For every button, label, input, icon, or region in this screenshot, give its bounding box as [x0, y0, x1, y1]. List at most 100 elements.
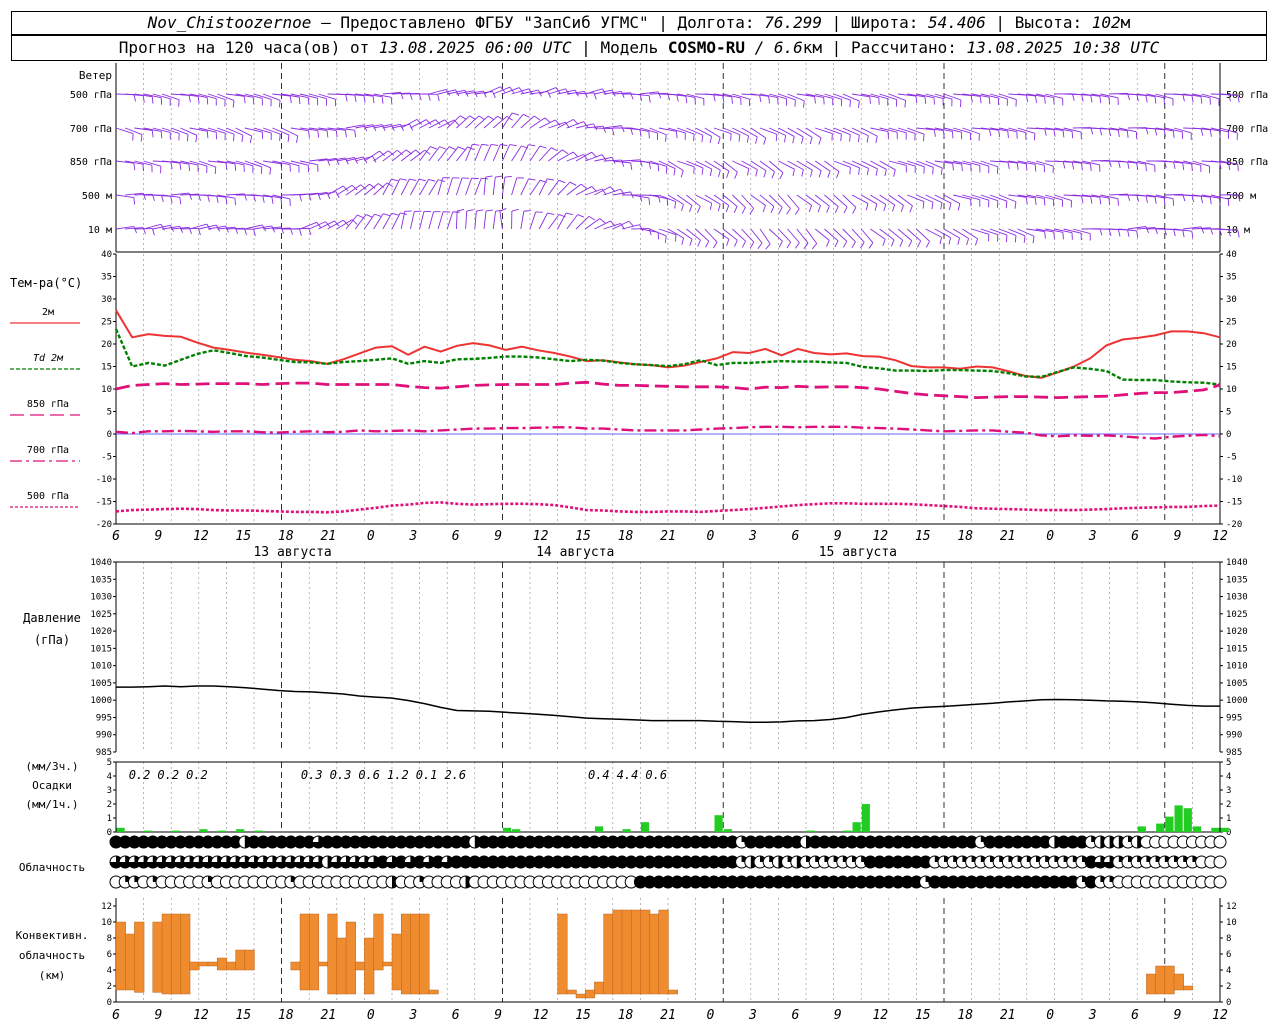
wind-barb-flag: [734, 240, 738, 247]
wind-barb-flag: [904, 100, 907, 108]
wind-barb-flag: [509, 144, 517, 147]
temp-axis-hour-label: 18: [618, 529, 634, 544]
wind-barb-flag: [1145, 95, 1148, 103]
wind-barb: [309, 93, 327, 100]
wind-barb-flag: [478, 115, 486, 121]
wind-barb-flag: [681, 204, 684, 212]
wind-barb: [686, 228, 701, 241]
precip-bar: [640, 822, 650, 832]
wind-barb-flag: [792, 169, 795, 177]
conv-axis-hour-label: 3: [1088, 1008, 1097, 1023]
wind-barb: [732, 127, 749, 137]
wind-barb: [722, 228, 738, 241]
wind-barb-flag: [280, 226, 285, 234]
wind-barb: [290, 127, 309, 132]
wind-barb: [501, 144, 511, 162]
wind-barb: [180, 227, 199, 230]
wind-barb-flag: [755, 136, 758, 144]
wind-level-label-left: 10 м: [88, 225, 112, 236]
conv-bar: [410, 913, 421, 995]
precip-bar: [1165, 816, 1174, 832]
conv-axis-hour-label: 15: [575, 1008, 591, 1023]
wind-barb: [842, 127, 860, 136]
precip-3h-label: 0.3: [301, 768, 323, 782]
wind-barb-flag: [399, 178, 407, 181]
wind-barb-flag: [849, 167, 851, 175]
precip-bar: [622, 829, 631, 832]
wind-barb-flag: [884, 169, 887, 177]
temp-axis-hour-label: 9: [494, 529, 502, 544]
cloud-symbol-outline: [1213, 855, 1227, 869]
wind-barb-flag: [1071, 131, 1074, 139]
wind-barb: [318, 93, 336, 100]
wind-barb: [594, 127, 613, 130]
temp-legend-label: Td 2м: [33, 353, 64, 364]
wind-barb-flag: [989, 129, 992, 137]
wind-barb-flag: [335, 130, 338, 138]
wind-barb: [769, 127, 786, 136]
wind-barb: [741, 160, 758, 171]
precip-title: Осадки: [32, 779, 72, 792]
wind-barb: [492, 144, 501, 162]
conv-bar: [1164, 965, 1175, 995]
wind-barb-flag: [988, 97, 991, 105]
wind-barb: [455, 210, 458, 230]
wind-barb-flag: [693, 134, 695, 142]
conv-ytick-label-right: 2: [1226, 982, 1231, 992]
wind-barb-flag: [602, 126, 607, 133]
pressure-ytick-label-right: 1020: [1226, 627, 1248, 637]
wind-barb-flag: [142, 95, 145, 103]
wind-barb: [373, 213, 384, 230]
wind-barb-flag: [979, 96, 982, 104]
wind-barb: [741, 127, 758, 138]
precip-ytick-label-left: 2: [107, 800, 112, 810]
wind-barb-flag: [933, 129, 936, 137]
precip-3h-label: 0.6: [358, 768, 380, 782]
conv-ytick-label-left: 4: [107, 966, 112, 976]
temp-axis-hour-label: 6: [791, 529, 799, 544]
conv-axis-hour-label: 9: [494, 1008, 502, 1023]
wind-barb-flag: [1062, 232, 1064, 240]
wind-title: Ветер: [79, 69, 112, 82]
wind-barb-flag: [161, 195, 164, 203]
wind-barb-flag: [241, 135, 244, 143]
wind-barb-flag: [866, 135, 869, 143]
precip-bar: [852, 822, 861, 832]
wind-barb-flag: [681, 237, 685, 245]
wind-barb-flag: [528, 144, 536, 147]
wind-barb-flag: [151, 130, 154, 138]
model-resolution: / 6.6: [754, 38, 803, 57]
pressure-unit: (гПа): [34, 633, 70, 647]
wind-barb: [704, 228, 718, 243]
wind-barb-flag: [469, 115, 476, 120]
wind-barb: [796, 160, 813, 171]
cloud-symbol: [1213, 835, 1227, 849]
wind-barb-flag: [409, 178, 417, 181]
wind-barb-flag: [1127, 229, 1130, 237]
wind-barb-flag: [390, 97, 393, 105]
wind-barb-flag: [709, 168, 713, 176]
temp-legend-label: 500 гПа: [27, 491, 69, 502]
wind-barb: [741, 194, 754, 209]
pressure-ytick-label-left: 985: [96, 748, 112, 758]
precip-bar: [502, 827, 512, 832]
wind-barb-flag: [673, 168, 676, 176]
wind-barb-flag: [427, 93, 431, 101]
station-name: Nov_Chistoozernoe: [147, 13, 312, 32]
wind-barb-flag: [400, 212, 408, 215]
wind-barb: [980, 228, 999, 236]
wind-barb-flag: [1117, 229, 1121, 237]
wind-barb: [695, 127, 712, 137]
wind-barb-flag: [354, 95, 357, 103]
precip-3h-label: 4.4: [617, 768, 639, 782]
wind-barb-flag: [1173, 229, 1176, 237]
wind-barb: [925, 228, 942, 238]
wind-barb: [916, 160, 934, 168]
conv-bar: [309, 913, 320, 991]
wind-barb: [833, 127, 851, 136]
wind-barb-flag: [1218, 198, 1221, 206]
wind-barb-flag: [648, 197, 651, 205]
conv-bar: [1173, 973, 1184, 991]
wind-barb-flag: [1007, 130, 1009, 138]
wind-level-label-right: 500 м: [1226, 191, 1256, 202]
